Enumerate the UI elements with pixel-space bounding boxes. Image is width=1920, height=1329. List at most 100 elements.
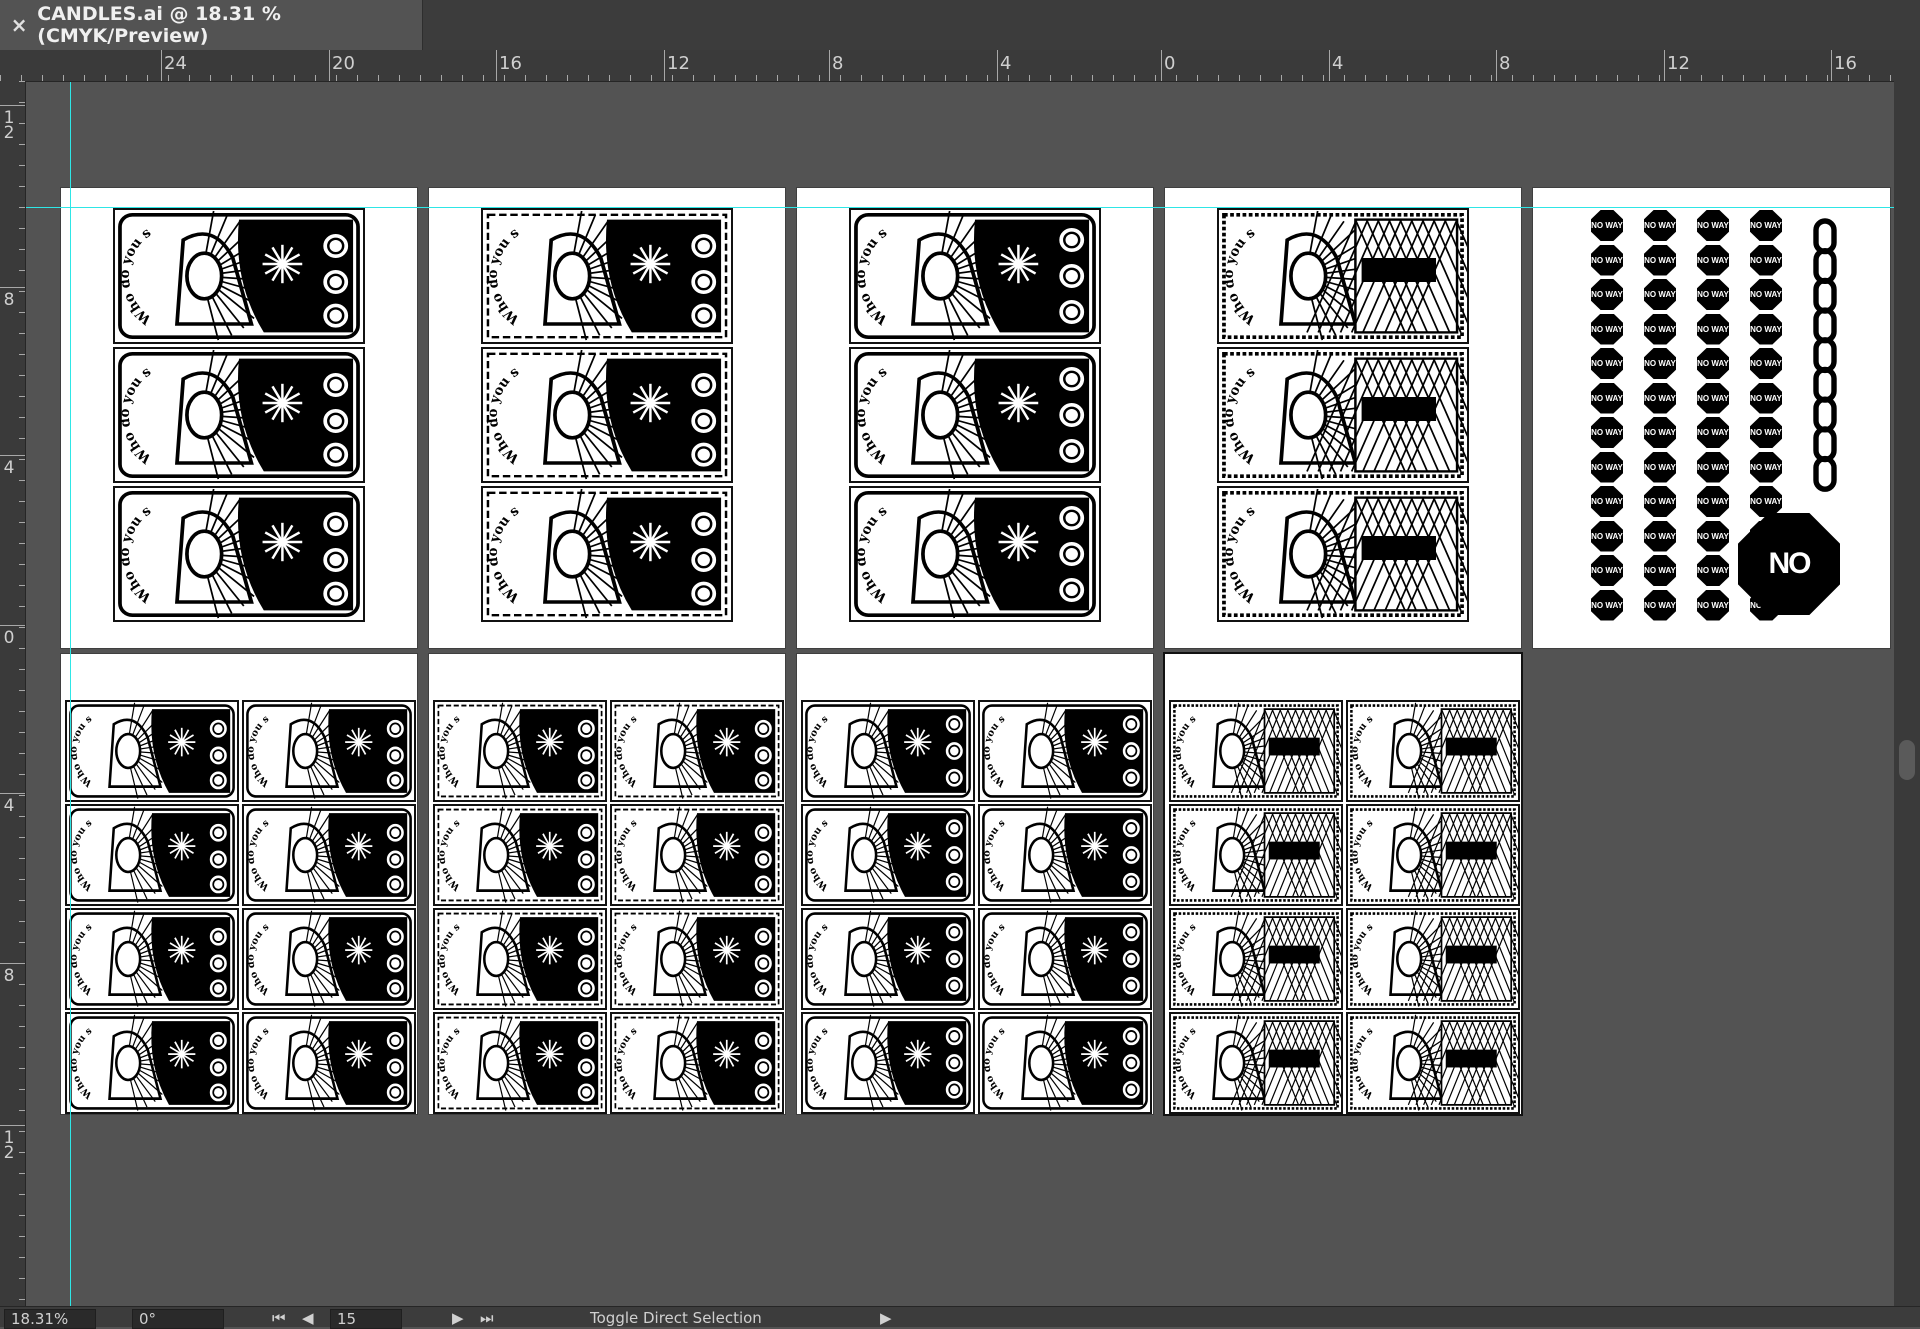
candle-label-card[interactable]: Who do you say that I am? <box>1217 347 1469 483</box>
candle-label-card[interactable]: Who do you say that I am? <box>65 908 239 1010</box>
no-way-sticker[interactable]: NO WAY <box>1750 313 1782 345</box>
no-way-sticker[interactable]: NO WAY <box>1644 520 1676 552</box>
no-way-sticker[interactable]: NO WAY <box>1750 210 1782 241</box>
no-way-sticker[interactable]: NO WAY <box>1697 210 1729 241</box>
no-way-sticker[interactable]: NO WAY <box>1644 451 1676 483</box>
artboard-top-3[interactable]: Who do you say that I am?Who do you say … <box>797 188 1153 648</box>
candle-label-card[interactable]: Who do you say that I am? <box>1346 1012 1520 1114</box>
candle-label-card[interactable]: Who do you say that I am? <box>481 208 733 344</box>
no-way-sticker[interactable]: NO WAY <box>1644 348 1676 379</box>
candle-label-card[interactable]: Who do you say that I am? <box>1346 908 1520 1010</box>
no-way-sticker[interactable]: NO WAY <box>1644 244 1676 276</box>
candle-label-card[interactable]: Who do you say that I am? <box>849 347 1101 483</box>
candle-label-card[interactable]: Who do you say that I am? <box>65 1012 239 1114</box>
no-way-sticker[interactable]: NO WAY <box>1591 520 1623 552</box>
artboard-top-1[interactable]: Who do you say that I am?Who do you say … <box>61 188 417 648</box>
no-way-sticker[interactable]: NO WAY <box>1591 348 1623 379</box>
artboard-number-field[interactable]: 15 <box>330 1309 402 1329</box>
artboard-bottom-1[interactable]: Who do you say that I am?Who do you say … <box>61 654 417 1114</box>
artboard-bottom-4[interactable]: Who do you say that I am?Who do you say … <box>1165 654 1521 1114</box>
candle-label-card[interactable]: Who do you say that I am? <box>610 700 784 802</box>
candle-label-card[interactable]: Who do you say that I am? <box>242 804 416 906</box>
artboard-bottom-2[interactable]: Who do you say that I am?Who do you say … <box>429 654 785 1114</box>
candle-label-card[interactable]: Who do you say that I am? <box>433 700 607 802</box>
no-way-sticker[interactable]: NO WAY <box>1591 555 1623 586</box>
candle-label-card[interactable]: Who do you say that I am? <box>65 700 239 802</box>
candle-label-card[interactable]: Who do you say that I am? <box>849 486 1101 622</box>
candle-label-card[interactable]: Who do you say that I am? <box>801 804 975 906</box>
candle-label-card[interactable]: Who do you say that I am? <box>1217 208 1469 344</box>
vertical-ruler[interactable]: 12 8 4 0 4 8 12 <box>0 81 26 1306</box>
candle-label-card[interactable]: Who do you say that I am? <box>242 1012 416 1114</box>
zoom-field[interactable]: 18.31% <box>4 1309 96 1329</box>
candle-label-card[interactable]: Who do you say that I am? <box>113 208 365 344</box>
no-way-sticker[interactable]: NO WAY <box>1591 589 1623 621</box>
no-way-sticker[interactable]: NO WAY <box>1591 210 1623 241</box>
candle-label-card[interactable]: Who do you say that I am? <box>481 486 733 622</box>
candle-label-card[interactable]: Who do you say that I am? <box>1346 700 1520 802</box>
no-way-sticker[interactable]: NO WAY <box>1697 555 1729 586</box>
document-tab[interactable]: × CANDLES.ai @ 18.31 % (CMYK/Preview) <box>0 0 423 50</box>
no-way-sticker[interactable]: NO WAY <box>1644 279 1676 310</box>
no-way-sticker[interactable]: NO WAY <box>1750 382 1782 414</box>
candle-label-card[interactable]: Who do you say that I am? <box>113 347 365 483</box>
candle-label-card[interactable]: Who do you say that I am? <box>978 700 1152 802</box>
next-artboard-icon[interactable]: ▶ <box>452 1309 464 1327</box>
no-way-sticker[interactable]: NO WAY <box>1591 451 1623 483</box>
first-artboard-icon[interactable]: ⏮ <box>272 1309 286 1327</box>
candle-label-card[interactable]: Who do you say that I am? <box>1169 700 1343 802</box>
no-way-sticker[interactable]: NO WAY <box>1591 486 1623 517</box>
no-way-sticker[interactable]: NO WAY <box>1750 486 1782 517</box>
close-tab-icon[interactable]: × <box>10 13 28 37</box>
candle-label-card[interactable]: Who do you say that I am? <box>481 347 733 483</box>
no-way-sticker[interactable]: NO WAY <box>1697 520 1729 552</box>
horizontal-ruler[interactable]: 24 20 16 12 8 4 0 4 8 12 16 <box>0 50 1920 82</box>
chain-graphic[interactable] <box>1807 210 1843 502</box>
candle-label-card[interactable]: Who do you say that I am? <box>1217 486 1469 622</box>
horizontal-guide[interactable] <box>26 207 1894 208</box>
no-way-sticker[interactable]: NO WAY <box>1697 486 1729 517</box>
candle-label-card[interactable]: Who do you say that I am? <box>978 804 1152 906</box>
no-way-sticker[interactable]: NO WAY <box>1644 555 1676 586</box>
artboard-canvas[interactable]: Who do you say that I am?Who do you say … <box>26 82 1894 1306</box>
no-way-sticker[interactable]: NO WAY <box>1591 244 1623 276</box>
no-way-sticker[interactable]: NO WAY <box>1750 417 1782 448</box>
no-way-sticker[interactable]: NO WAY <box>1697 348 1729 379</box>
candle-label-card[interactable]: Who do you say that I am? <box>978 1012 1152 1114</box>
candle-label-card[interactable]: Who do you say that I am? <box>1169 804 1343 906</box>
no-way-sticker[interactable]: NO WAY <box>1750 279 1782 310</box>
candle-label-card[interactable]: Who do you say that I am? <box>242 700 416 802</box>
artboard-stickers[interactable]: NO WAY NO WAY NO WAY NO WAY NO WAY NO WAY NO W… <box>1533 188 1890 648</box>
vertical-guide[interactable] <box>70 82 71 1306</box>
artboard-top-4[interactable]: Who do you say that I am?Who do you say … <box>1165 188 1521 648</box>
no-way-sticker[interactable]: NO WAY <box>1644 417 1676 448</box>
candle-label-card[interactable]: Who do you say that I am? <box>113 486 365 622</box>
no-way-sticker[interactable]: NO WAY <box>1644 313 1676 345</box>
no-way-sticker[interactable]: NO WAY <box>1697 313 1729 345</box>
no-way-sticker[interactable]: NO WAY <box>1750 348 1782 379</box>
candle-label-card[interactable]: Who do you say that I am? <box>610 1012 784 1114</box>
scrollbar-thumb[interactable] <box>1899 740 1915 780</box>
artboard-top-2[interactable]: Who do you say that I am?Who do you say … <box>429 188 785 648</box>
candle-label-card[interactable]: Who do you say that I am? <box>801 700 975 802</box>
candle-label-card[interactable]: Who do you say that I am? <box>610 804 784 906</box>
no-way-sticker[interactable]: NO WAY <box>1644 210 1676 241</box>
no-way-sticker[interactable]: NO WAY <box>1644 382 1676 414</box>
candle-label-card[interactable]: Who do you say that I am? <box>242 908 416 1010</box>
no-way-sticker[interactable]: NO WAY <box>1591 417 1623 448</box>
status-menu-icon[interactable]: ▶ <box>880 1309 892 1327</box>
no-way-sticker[interactable]: NO WAY <box>1644 589 1676 621</box>
candle-label-card[interactable]: Who do you say that I am? <box>849 208 1101 344</box>
candle-label-card[interactable]: Who do you say that I am? <box>1169 1012 1343 1114</box>
candle-label-card[interactable]: Who do you say that I am? <box>433 1012 607 1114</box>
no-way-sticker[interactable]: NO WAY <box>1750 244 1782 276</box>
no-way-sticker[interactable]: NO WAY <box>1697 589 1729 621</box>
previous-artboard-icon[interactable]: ◀ <box>302 1309 314 1327</box>
no-way-sticker[interactable]: NO WAY <box>1750 451 1782 483</box>
no-way-sticker[interactable]: NO WAY <box>1697 451 1729 483</box>
candle-label-card[interactable]: Who do you say that I am? <box>65 804 239 906</box>
no-way-sticker[interactable]: NO WAY <box>1697 244 1729 276</box>
no-way-sticker[interactable]: NO WAY <box>1591 313 1623 345</box>
rotation-field[interactable]: 0° <box>132 1309 224 1329</box>
candle-label-card[interactable]: Who do you say that I am? <box>801 908 975 1010</box>
